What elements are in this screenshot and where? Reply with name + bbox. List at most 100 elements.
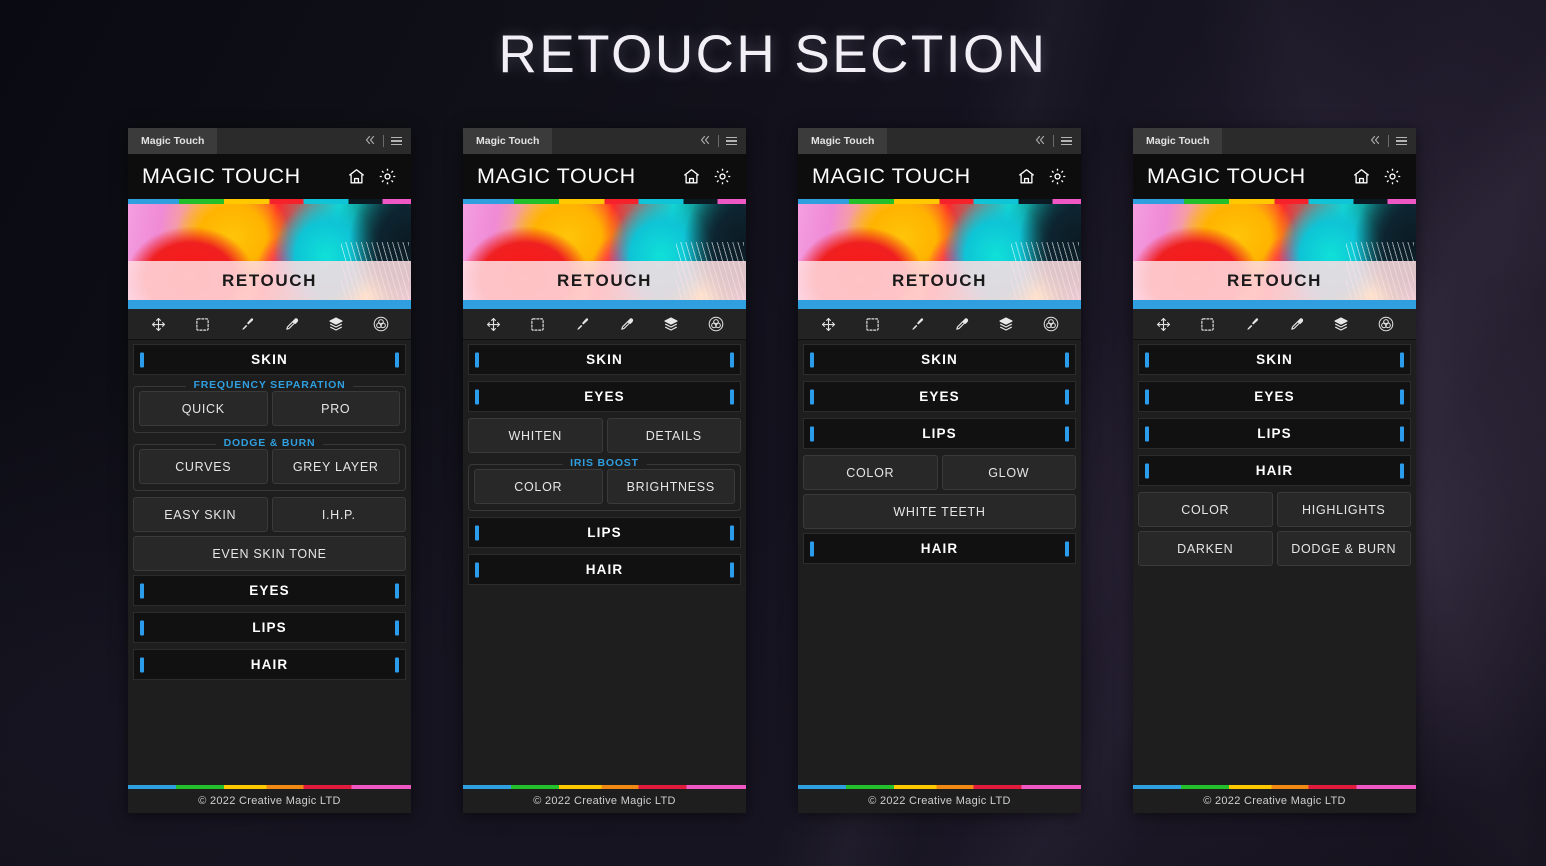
action-button-pro[interactable]: PRO bbox=[271, 391, 400, 426]
chrome-tab-magic-touch[interactable]: Magic Touch bbox=[798, 128, 888, 154]
home-icon[interactable] bbox=[1352, 167, 1371, 186]
action-button-glow[interactable]: GLOW bbox=[941, 455, 1076, 490]
layers-tool[interactable] bbox=[993, 312, 1019, 336]
action-button-color[interactable]: COLOR bbox=[1138, 492, 1273, 527]
section-header-lips[interactable]: LIPS bbox=[1138, 418, 1411, 449]
section-marker-left bbox=[810, 389, 814, 404]
color-mix-tool[interactable] bbox=[1373, 312, 1399, 336]
button-row: COLOR GLOW bbox=[803, 455, 1076, 490]
button-row: CURVES GREY LAYER bbox=[139, 449, 400, 484]
chrome-tab-magic-touch[interactable]: Magic Touch bbox=[463, 128, 553, 154]
section-header-skin[interactable]: SKIN bbox=[133, 344, 406, 375]
marquee-select-tool[interactable] bbox=[190, 312, 216, 336]
eyedropper-tool[interactable] bbox=[614, 312, 640, 336]
chrome-divider bbox=[383, 135, 384, 147]
section-header-skin[interactable]: SKIN bbox=[803, 344, 1076, 375]
section-marker-right bbox=[395, 583, 399, 598]
app-header: MAGIC TOUCH bbox=[463, 154, 746, 199]
layers-tool[interactable] bbox=[323, 312, 349, 336]
hamburger-menu-icon[interactable] bbox=[1396, 136, 1407, 146]
marquee-select-tool[interactable] bbox=[525, 312, 551, 336]
action-button-grey-layer[interactable]: GREY LAYER bbox=[271, 449, 400, 484]
action-button-dodge-burn[interactable]: DODGE & BURN bbox=[1276, 531, 1411, 566]
marquee-select-tool[interactable] bbox=[1195, 312, 1221, 336]
action-button-i-h-p[interactable]: I.H.P. bbox=[271, 497, 406, 532]
window-chrome-bar: Magic Touch bbox=[128, 128, 411, 154]
eyedropper-tool[interactable] bbox=[279, 312, 305, 336]
move-tool[interactable] bbox=[1150, 312, 1176, 336]
tool-toolbar bbox=[798, 309, 1081, 340]
action-button-details[interactable]: DETAILS bbox=[606, 418, 741, 453]
section-marker-left bbox=[140, 583, 144, 598]
move-tool[interactable] bbox=[480, 312, 506, 336]
eyedropper-tool[interactable] bbox=[949, 312, 975, 336]
chrome-tab-magic-touch[interactable]: Magic Touch bbox=[1133, 128, 1223, 154]
action-button-brightness[interactable]: BRIGHTNESS bbox=[606, 469, 735, 504]
gear-icon[interactable] bbox=[713, 167, 732, 186]
action-button-curves[interactable]: CURVES bbox=[139, 449, 268, 484]
home-icon[interactable] bbox=[682, 167, 701, 186]
brush-tool[interactable] bbox=[904, 312, 930, 336]
panel-body: SKIN FREQUENCY SEPARATION QUICK PRO DODGE & … bbox=[128, 340, 411, 785]
section-header-hair[interactable]: HAIR bbox=[133, 649, 406, 680]
chrome-buttons bbox=[1034, 128, 1081, 154]
chrome-tab-magic-touch[interactable]: Magic Touch bbox=[128, 128, 218, 154]
action-button-quick[interactable]: QUICK bbox=[139, 391, 268, 426]
section-marker-left bbox=[810, 352, 814, 367]
banner-label: RETOUCH bbox=[892, 270, 987, 290]
brush-tool[interactable] bbox=[234, 312, 260, 336]
chrome-spacer bbox=[1222, 128, 1369, 154]
button-row: WHITE TEETH bbox=[803, 494, 1076, 529]
layers-tool[interactable] bbox=[658, 312, 684, 336]
action-button-darken[interactable]: DARKEN bbox=[1138, 531, 1273, 566]
chrome-divider bbox=[718, 135, 719, 147]
action-button-color[interactable]: COLOR bbox=[803, 455, 938, 490]
section-label: LIPS bbox=[922, 426, 957, 441]
section-header-hair[interactable]: HAIR bbox=[1138, 455, 1411, 486]
action-button-color[interactable]: COLOR bbox=[474, 469, 603, 504]
action-button-even-skin-tone[interactable]: EVEN SKIN TONE bbox=[133, 536, 406, 571]
action-button-easy-skin[interactable]: EASY SKIN bbox=[133, 497, 268, 532]
section-header-eyes[interactable]: EYES bbox=[803, 381, 1076, 412]
collapse-panel-icon[interactable] bbox=[1369, 134, 1381, 149]
section-header-hair[interactable]: HAIR bbox=[468, 554, 741, 585]
footer-copyright: © 2022 Creative Magic LTD bbox=[1133, 789, 1416, 813]
hamburger-menu-icon[interactable] bbox=[391, 136, 402, 146]
hamburger-menu-icon[interactable] bbox=[726, 136, 737, 146]
section-header-skin[interactable]: SKIN bbox=[1138, 344, 1411, 375]
window-chrome-bar: Magic Touch bbox=[1133, 128, 1416, 154]
collapse-panel-icon[interactable] bbox=[1034, 134, 1046, 149]
section-marker-right bbox=[1400, 352, 1404, 367]
section-header-lips[interactable]: LIPS bbox=[133, 612, 406, 643]
section-header-eyes[interactable]: EYES bbox=[468, 381, 741, 412]
color-mix-tool[interactable] bbox=[1038, 312, 1064, 336]
hamburger-menu-icon[interactable] bbox=[1061, 136, 1072, 146]
marquee-select-tool[interactable] bbox=[860, 312, 886, 336]
action-button-white-teeth[interactable]: WHITE TEETH bbox=[803, 494, 1076, 529]
action-button-highlights[interactable]: HIGHLIGHTS bbox=[1276, 492, 1411, 527]
brush-tool[interactable] bbox=[569, 312, 595, 336]
collapse-panel-icon[interactable] bbox=[699, 134, 711, 149]
section-header-lips[interactable]: LIPS bbox=[468, 517, 741, 548]
eyedropper-tool[interactable] bbox=[1284, 312, 1310, 336]
home-icon[interactable] bbox=[1017, 167, 1036, 186]
color-mix-tool[interactable] bbox=[703, 312, 729, 336]
gear-icon[interactable] bbox=[378, 167, 397, 186]
move-tool[interactable] bbox=[145, 312, 171, 336]
section-header-eyes[interactable]: EYES bbox=[1138, 381, 1411, 412]
section-marker-left bbox=[475, 525, 479, 540]
collapse-panel-icon[interactable] bbox=[364, 134, 376, 149]
gear-icon[interactable] bbox=[1048, 167, 1067, 186]
brush-tool[interactable] bbox=[1239, 312, 1265, 336]
action-button-whiten[interactable]: WHITEN bbox=[468, 418, 603, 453]
move-tool[interactable] bbox=[815, 312, 841, 336]
section-header-eyes[interactable]: EYES bbox=[133, 575, 406, 606]
section-header-hair[interactable]: HAIR bbox=[803, 533, 1076, 564]
section-header-skin[interactable]: SKIN bbox=[468, 344, 741, 375]
color-mix-tool[interactable] bbox=[368, 312, 394, 336]
layers-tool[interactable] bbox=[1328, 312, 1354, 336]
home-icon[interactable] bbox=[347, 167, 366, 186]
gear-icon[interactable] bbox=[1383, 167, 1402, 186]
section-header-lips[interactable]: LIPS bbox=[803, 418, 1076, 449]
button-row: DARKEN DODGE & BURN bbox=[1138, 531, 1411, 566]
